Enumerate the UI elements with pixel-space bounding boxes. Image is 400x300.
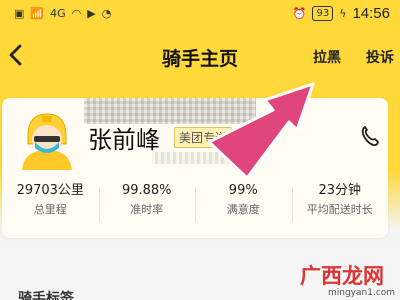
blacklist-button[interactable]: 拉黑 bbox=[313, 47, 341, 67]
chat-icon: ◔ bbox=[101, 7, 112, 20]
section-title: 骑手标签 bbox=[18, 291, 74, 300]
rider-helmet-icon bbox=[22, 113, 72, 170]
stat-label: 满意度 bbox=[226, 203, 260, 216]
rider-avatar bbox=[16, 106, 78, 170]
annotation-arrow bbox=[185, 70, 335, 190]
rider-name: 张前峰 bbox=[88, 126, 160, 154]
stat-on-time-rate: 99.88% 准时率 bbox=[98, 182, 196, 232]
stat-label: 总里程 bbox=[33, 203, 67, 216]
network-type: 4G bbox=[50, 7, 66, 20]
stat-label: 平均配送时长 bbox=[306, 203, 373, 216]
report-button[interactable]: 投诉 bbox=[366, 47, 394, 67]
signal-icon: 📶 bbox=[30, 7, 45, 20]
phone-icon bbox=[361, 126, 379, 147]
watermark-text: 广西龙网 bbox=[300, 264, 384, 288]
alarm-icon: ⏰ bbox=[292, 7, 307, 20]
stat-value: 29703公里 bbox=[16, 183, 84, 198]
battery-level: 93 bbox=[312, 6, 334, 21]
watermark-url: mingyan1.com bbox=[328, 288, 396, 298]
charging-icon: ϟ bbox=[339, 7, 347, 20]
call-button[interactable] bbox=[359, 125, 379, 147]
stat-value: 99.88% bbox=[121, 183, 172, 198]
pointer-arrow-icon bbox=[207, 82, 315, 180]
stat-label: 准时率 bbox=[130, 203, 164, 216]
clock: 14:56 bbox=[352, 5, 390, 22]
wifi-icon: ◠ bbox=[71, 7, 82, 20]
status-right: ⏰ 93 ϟ 14:56 bbox=[293, 5, 390, 22]
status-left: ▣ 📶 4G ◠ ▶ ◔ bbox=[14, 7, 111, 20]
notification-icon: ▣ bbox=[14, 7, 25, 20]
stat-total-distance: 29703公里 总里程 bbox=[2, 182, 99, 232]
video-icon: ▶ bbox=[87, 7, 96, 20]
status-bar: ▣ 📶 4G ◠ ▶ ◔ ⏰ 93 ϟ 14:56 bbox=[0, 0, 400, 30]
